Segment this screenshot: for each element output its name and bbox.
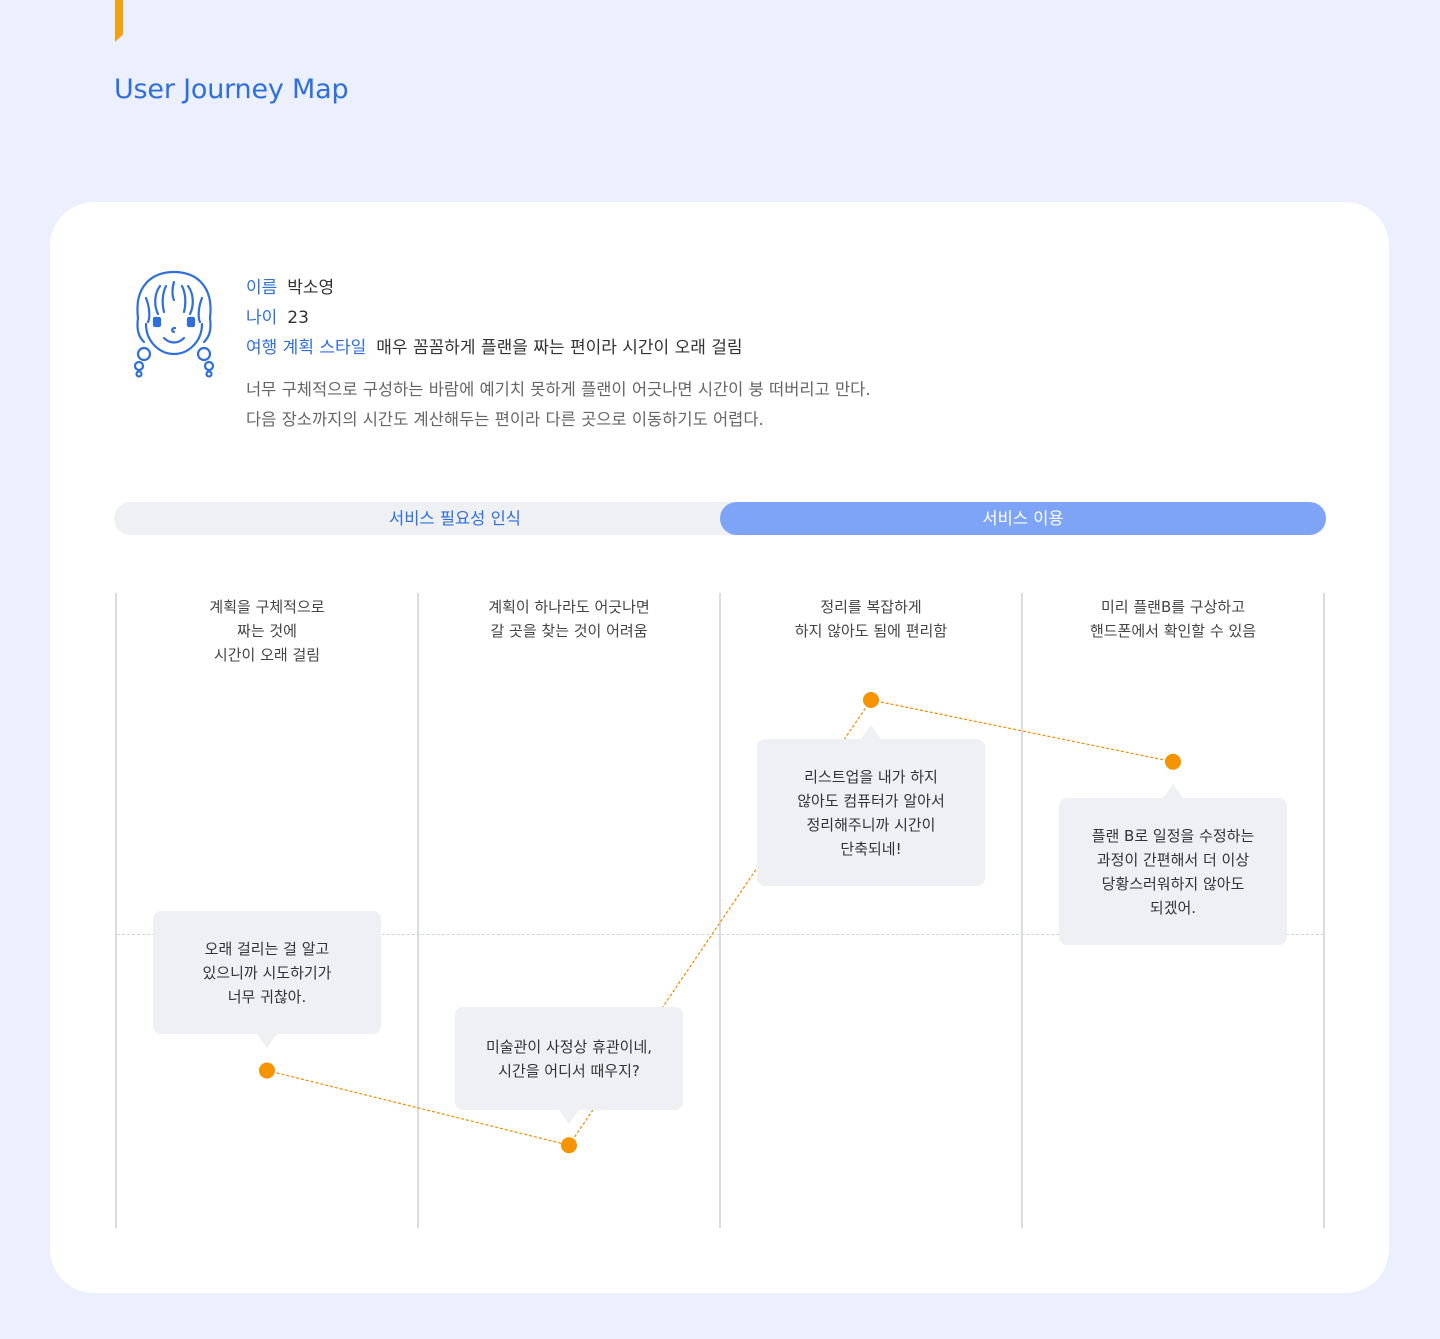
bubble-tail bbox=[1163, 784, 1183, 798]
comment-line: 단축되네! bbox=[840, 839, 902, 858]
comment-line: 플랜 B로 일정을 수정하는 bbox=[1091, 826, 1255, 845]
comment-bubble: 플랜 B로 일정을 수정하는 과정이 간편해서 더 이상 당황스러워하지 않아도… bbox=[1059, 798, 1287, 945]
bubble-tail bbox=[257, 1034, 277, 1048]
comment-line: 오래 걸리는 걸 알고 bbox=[204, 939, 330, 958]
comment-line: 정리해주니까 시간이 bbox=[806, 815, 936, 834]
bubble-tail bbox=[559, 1110, 579, 1124]
comment-line: 있으니까 시도하기가 bbox=[202, 963, 332, 982]
emotion-point bbox=[259, 1062, 275, 1079]
comment-bubble: 오래 걸리는 걸 알고 있으니까 시도하기가 너무 귀찮아. bbox=[153, 911, 381, 1034]
comment-line: 시간을 어디서 때우지? bbox=[498, 1061, 640, 1080]
emotion-chart bbox=[259, 692, 1181, 1154]
emotion-point bbox=[863, 692, 879, 708]
comment-line: 않아도 컴퓨터가 알아서 bbox=[797, 791, 945, 810]
comment-bubble: 리스트업을 내가 하지 않아도 컴퓨터가 알아서 정리해주니까 시간이 단축되네… bbox=[757, 739, 985, 886]
comment-line: 되겠어. bbox=[1149, 898, 1197, 917]
comment-bubble: 미술관이 사정상 휴관이네, 시간을 어디서 때우지? bbox=[455, 1007, 683, 1110]
comment-line: 리스트업을 내가 하지 bbox=[804, 767, 938, 786]
comment-line: 과정이 간편해서 더 이상 bbox=[1096, 850, 1250, 869]
comment-line: 미술관이 사정상 휴관이네, bbox=[485, 1037, 653, 1056]
comment-line: 당황스러워하지 않아도 bbox=[1101, 874, 1245, 893]
comment-line: 너무 귀찮아. bbox=[227, 987, 307, 1006]
emotion-point bbox=[1165, 753, 1181, 770]
bubble-tail bbox=[861, 725, 881, 739]
emotion-point bbox=[561, 1137, 577, 1154]
